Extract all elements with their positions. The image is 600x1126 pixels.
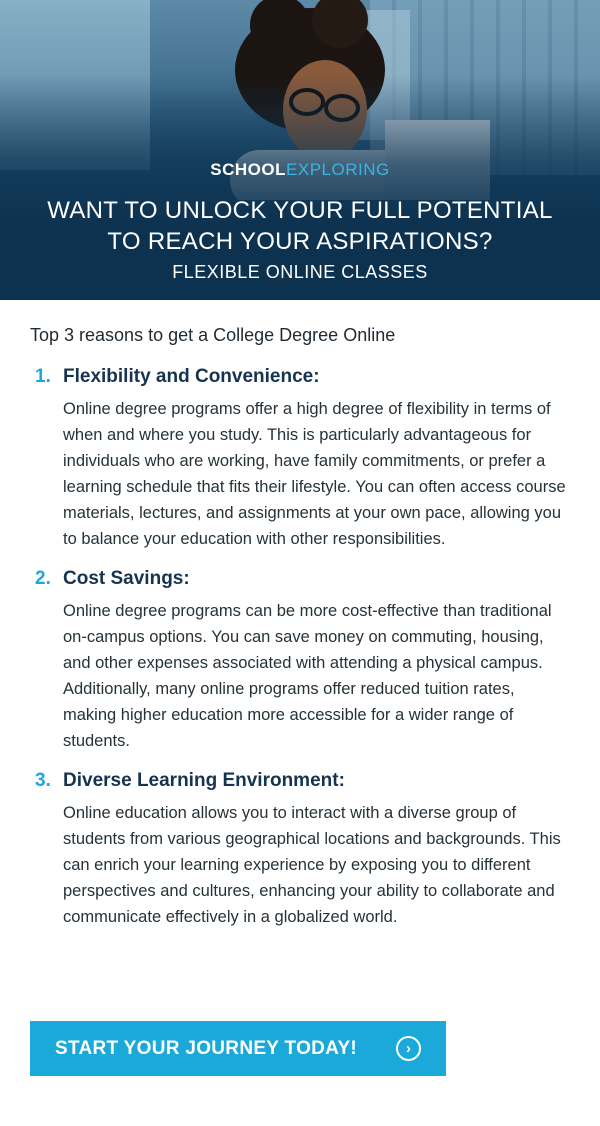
chevron-right-circle-icon: › xyxy=(396,1036,421,1061)
main-content: Top 3 reasons to get a College Degree On… xyxy=(0,300,600,930)
reason-text: Online degree programs can be more cost-… xyxy=(63,602,552,750)
reason-text: Online education allows you to interact … xyxy=(63,804,561,926)
cta-label: START YOUR JOURNEY TODAY! xyxy=(55,1037,358,1059)
reason-item: 1. Flexibility and Convenience: Online d… xyxy=(30,366,570,552)
reason-title: Flexibility and Convenience: xyxy=(63,366,320,387)
hero-headline: WANT TO UNLOCK YOUR FULL POTENTIAL TO RE… xyxy=(47,197,553,255)
reason-title: Diverse Learning Environment: xyxy=(63,770,345,791)
hero-subheadline: FLEXIBLE ONLINE CLASSES xyxy=(172,262,428,282)
reason-text: Online degree programs offer a high degr… xyxy=(63,400,566,548)
reason-title: Cost Savings: xyxy=(63,568,190,589)
school-exploring-logo: SCHOOLEXPLORING xyxy=(210,160,390,179)
reason-item: 3. Diverse Learning Environment: Online … xyxy=(30,770,570,930)
intro-text: Top 3 reasons to get a College Degree On… xyxy=(30,325,396,345)
hero-banner: SCHOOLEXPLORING WANT TO UNLOCK YOUR FULL… xyxy=(0,0,600,300)
reason-number: 3. xyxy=(35,770,51,791)
reason-number: 1. xyxy=(35,366,51,387)
reason-number: 2. xyxy=(35,568,51,589)
start-journey-button[interactable]: START YOUR JOURNEY TODAY! › xyxy=(30,1021,446,1076)
reason-item: 2. Cost Savings: Online degree programs … xyxy=(30,568,570,754)
